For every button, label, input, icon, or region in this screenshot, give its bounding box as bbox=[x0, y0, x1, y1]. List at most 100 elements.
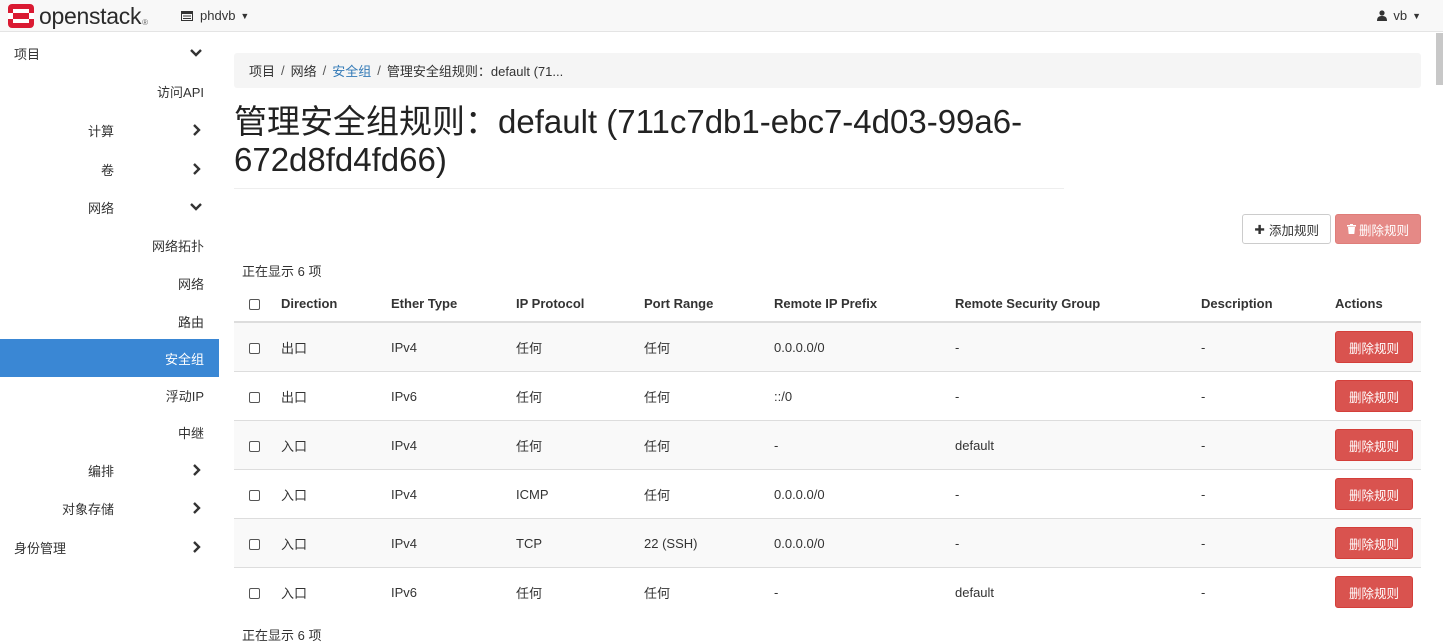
select-cell bbox=[234, 420, 281, 470]
breadcrumb-separator: / bbox=[281, 63, 285, 78]
sidebar-item[interactable]: 访问API bbox=[0, 72, 219, 110]
sidebar-item-label: 访问API bbox=[157, 84, 204, 100]
cell-remote-security-group: - bbox=[955, 469, 1201, 519]
sidebar-item[interactable]: 计算 bbox=[0, 111, 219, 149]
delete-rules-button[interactable]: 删除规则 bbox=[1334, 214, 1421, 244]
cell-ether-type: IPv4 bbox=[391, 469, 516, 519]
cell-port-range: 任何 bbox=[644, 371, 774, 421]
actions-cell: 删除规则 bbox=[1335, 371, 1421, 421]
column-header-description[interactable]: Description bbox=[1201, 286, 1335, 323]
delete-rule-button[interactable]: 删除规则 bbox=[1335, 527, 1413, 559]
item-count: 正在显示 6 项 bbox=[242, 264, 322, 279]
table-row: 入口 IPv4 任何 任何 - default - 删除规则 bbox=[234, 420, 1421, 470]
cell-port-range: 22 (SSH) bbox=[644, 518, 774, 568]
item-count-bottom: 正在显示 6 项 bbox=[242, 628, 322, 643]
top-navbar: openstack ® phdvb ▼ vb ▼ bbox=[0, 0, 1443, 32]
breadcrumb-item-security-groups[interactable]: 安全组 bbox=[332, 61, 371, 80]
page-scrollbar[interactable] bbox=[1436, 33, 1443, 85]
row-checkbox[interactable] bbox=[249, 391, 260, 403]
sidebar-item[interactable]: 项目 bbox=[0, 34, 219, 72]
column-header-remote-security-group[interactable]: Remote Security Group bbox=[955, 286, 1201, 323]
sidebar-item-label: 网络 bbox=[87, 200, 114, 216]
sidebar-item-label: 项目 bbox=[14, 46, 41, 62]
sidebar-item[interactable]: 卷 bbox=[0, 150, 219, 188]
sidebar-item[interactable]: 网络 bbox=[0, 264, 219, 302]
sidebar-item[interactable]: 浮动IP bbox=[0, 376, 219, 414]
cell-direction: 入口 bbox=[281, 518, 391, 568]
breadcrumb-separator: / bbox=[377, 63, 381, 78]
cell-port-range: 任何 bbox=[644, 321, 774, 372]
chevron-right-icon bbox=[193, 541, 201, 553]
page-title: 管理安全组规则：default (711c7db1-ebc7-4d03-99a6… bbox=[234, 103, 1064, 189]
chevron-right-icon bbox=[193, 163, 201, 175]
chevron-right-icon bbox=[193, 502, 201, 514]
project-name: phdvb bbox=[200, 8, 236, 23]
breadcrumb-item-network: 网络 bbox=[290, 64, 317, 79]
cell-port-range: 任何 bbox=[644, 469, 774, 519]
sidebar-item[interactable]: 编排 bbox=[0, 451, 219, 489]
delete-rule-button[interactable]: 删除规则 bbox=[1335, 331, 1413, 363]
cell-description: - bbox=[1201, 469, 1335, 519]
sidebar-item-label: 计算 bbox=[87, 123, 114, 139]
cell-remote-security-group: - bbox=[955, 371, 1201, 421]
row-checkbox[interactable] bbox=[249, 538, 260, 550]
cell-remote-ip-prefix: - bbox=[774, 567, 955, 616]
sidebar-item[interactable]: 网络 bbox=[0, 188, 219, 226]
sidebar-item-label: 安全组 bbox=[164, 351, 204, 367]
caret-down-icon: ▼ bbox=[1412, 10, 1421, 21]
row-checkbox[interactable] bbox=[249, 440, 260, 452]
sidebar-item[interactable]: 路由 bbox=[0, 302, 219, 340]
cell-remote-ip-prefix: ::/0 bbox=[774, 371, 955, 421]
cell-remote-ip-prefix: - bbox=[774, 420, 955, 470]
actions-cell: 删除规则 bbox=[1335, 469, 1421, 519]
sidebar-item[interactable]: 中继 bbox=[0, 413, 219, 451]
column-header-port-range[interactable]: Port Range bbox=[644, 286, 774, 323]
delete-rule-button[interactable]: 删除规则 bbox=[1335, 380, 1413, 412]
sidebar-item[interactable]: 安全组 bbox=[0, 339, 219, 377]
cell-remote-security-group: default bbox=[955, 567, 1201, 616]
openstack-logo[interactable]: openstack ® bbox=[8, 3, 148, 29]
delete-rule-button[interactable]: 删除规则 bbox=[1335, 429, 1413, 461]
cell-ether-type: IPv4 bbox=[391, 321, 516, 372]
cell-direction: 入口 bbox=[281, 567, 391, 616]
add-rule-button[interactable]: ✚ 添加规则 bbox=[1242, 214, 1331, 244]
select-cell bbox=[234, 371, 281, 421]
sidebar-item[interactable]: 网络拓扑 bbox=[0, 226, 219, 264]
trash-icon bbox=[1346, 224, 1356, 234]
logo-trademark: ® bbox=[142, 18, 149, 27]
cell-direction: 入口 bbox=[281, 469, 391, 519]
select-all-checkbox[interactable] bbox=[249, 299, 260, 311]
sidebar-item[interactable]: 对象存储 bbox=[0, 489, 219, 527]
project-switcher[interactable]: phdvb ▼ bbox=[181, 8, 249, 23]
breadcrumb-item-project: 项目 bbox=[249, 64, 276, 79]
security-group-rules-table: Direction Ether Type IP Protocol Port Ra… bbox=[234, 286, 1421, 616]
delete-rule-button[interactable]: 删除规则 bbox=[1335, 478, 1413, 510]
cell-description: - bbox=[1201, 518, 1335, 568]
cell-direction: 入口 bbox=[281, 420, 391, 470]
row-checkbox[interactable] bbox=[249, 587, 260, 599]
column-header-remote-ip-prefix[interactable]: Remote IP Prefix bbox=[774, 286, 955, 323]
logo-text: openstack bbox=[39, 3, 142, 29]
chevron-right-icon bbox=[193, 464, 201, 476]
column-header-direction[interactable]: Direction bbox=[281, 286, 391, 323]
chevron-down-icon bbox=[190, 49, 202, 57]
cell-description: - bbox=[1201, 420, 1335, 470]
cell-remote-security-group: default bbox=[955, 420, 1201, 470]
project-list-icon bbox=[181, 10, 193, 21]
cell-ether-type: IPv6 bbox=[391, 371, 516, 421]
add-rule-label: 添加规则 bbox=[1268, 223, 1319, 238]
user-menu[interactable]: vb ▼ bbox=[1377, 8, 1421, 23]
column-header-ether-type[interactable]: Ether Type bbox=[391, 286, 516, 323]
cell-ip-protocol: 任何 bbox=[516, 371, 644, 421]
column-header-ip-protocol[interactable]: IP Protocol bbox=[516, 286, 644, 323]
delete-rule-button[interactable]: 删除规则 bbox=[1335, 576, 1413, 608]
sidebar-item-label: 卷 bbox=[100, 162, 114, 178]
cell-ether-type: IPv4 bbox=[391, 518, 516, 568]
row-checkbox[interactable] bbox=[249, 342, 260, 354]
cell-ip-protocol: 任何 bbox=[516, 321, 644, 372]
cell-remote-ip-prefix: 0.0.0.0/0 bbox=[774, 518, 955, 568]
sidebar-item[interactable]: 身份管理 bbox=[0, 528, 219, 566]
cell-ip-protocol: TCP bbox=[516, 518, 644, 568]
table-toolbar: ✚ 添加规则 删除规则 bbox=[1242, 214, 1421, 244]
row-checkbox[interactable] bbox=[249, 489, 260, 501]
